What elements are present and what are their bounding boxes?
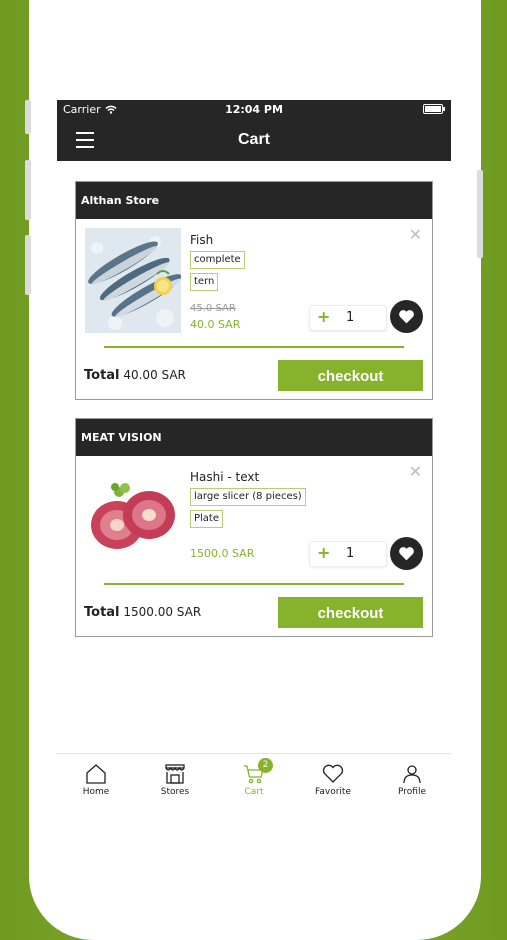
favorite-button[interactable] bbox=[390, 300, 423, 333]
total-label: Total bbox=[84, 368, 120, 383]
home-icon bbox=[86, 764, 106, 784]
heart-icon bbox=[399, 310, 414, 324]
checkout-button[interactable]: checkout bbox=[278, 597, 423, 628]
total-value: 40.00 SAR bbox=[123, 368, 186, 382]
cart-badge: 2 bbox=[258, 758, 273, 773]
heart-icon bbox=[322, 764, 344, 783]
plus-icon[interactable]: + bbox=[317, 543, 330, 562]
cart-item: ✕ Hashi - text large slicer (8 pieces) P… bbox=[76, 456, 432, 636]
divider bbox=[104, 346, 404, 348]
store-name: MEAT VISION bbox=[76, 419, 432, 456]
remove-item-icon[interactable]: ✕ bbox=[409, 464, 422, 480]
tab-favorite[interactable]: Favorite bbox=[303, 754, 363, 797]
total-value: 1500.00 SAR bbox=[123, 605, 202, 619]
checkout-button[interactable]: checkout bbox=[278, 360, 423, 391]
tab-home[interactable]: Home bbox=[66, 754, 126, 797]
tab-bar: Home Stores 2 Cart Favorite Profile bbox=[57, 753, 451, 806]
remove-item-icon[interactable]: ✕ bbox=[409, 227, 422, 243]
store-card: Althan Store ✕ Fish complete tern 45.0 S… bbox=[75, 181, 433, 400]
total-row: Total 40.00 SAR bbox=[84, 368, 186, 383]
tab-label: Cart bbox=[244, 787, 264, 797]
battery-icon bbox=[423, 104, 445, 114]
heart-icon bbox=[399, 547, 414, 561]
side-button bbox=[25, 100, 31, 134]
option-tag: tern bbox=[190, 273, 219, 291]
page-title: Cart bbox=[237, 131, 270, 148]
favorite-button[interactable] bbox=[390, 537, 423, 570]
store-name: Althan Store bbox=[76, 182, 432, 219]
side-button bbox=[477, 170, 483, 258]
tab-label: Favorite bbox=[315, 787, 351, 797]
tab-label: Home bbox=[82, 787, 110, 797]
tab-label: Profile bbox=[398, 787, 426, 797]
tab-profile[interactable]: Profile bbox=[382, 754, 442, 797]
meat-image bbox=[85, 465, 181, 570]
price: 40.0 SAR bbox=[190, 318, 241, 331]
side-button bbox=[25, 235, 31, 295]
status-bar: Carrier 12:04 PM bbox=[57, 100, 451, 120]
tab-stores[interactable]: Stores bbox=[145, 754, 205, 797]
quantity-stepper[interactable]: + 1 bbox=[309, 305, 387, 331]
app-screen: Carrier 12:04 PM Cart Althan Store ✕ Fis… bbox=[57, 100, 451, 880]
quantity-value: 1 bbox=[346, 546, 355, 561]
product-name: Fish bbox=[190, 233, 214, 247]
price: 1500.0 SAR bbox=[190, 547, 255, 560]
side-button bbox=[25, 160, 31, 220]
nav-bar: Cart bbox=[57, 120, 451, 161]
option-tag: Plate bbox=[190, 510, 224, 528]
store-icon bbox=[165, 764, 185, 784]
total-row: Total 1500.00 SAR bbox=[84, 605, 201, 620]
person-icon bbox=[403, 765, 421, 784]
quantity-stepper[interactable]: + 1 bbox=[309, 541, 387, 567]
option-tag: large slicer (8 pieces) bbox=[190, 488, 306, 506]
quantity-value: 1 bbox=[346, 310, 355, 325]
total-label: Total bbox=[84, 605, 120, 620]
store-card: MEAT VISION ✕ Hashi - text large slicer … bbox=[75, 418, 433, 637]
cart-item: ✕ Fish complete tern 45.0 SAR 40.0 SAR +… bbox=[76, 219, 432, 399]
tab-cart[interactable]: 2 Cart bbox=[224, 754, 284, 797]
fish-image bbox=[85, 228, 181, 333]
product-name: Hashi - text bbox=[190, 470, 260, 484]
status-time: 12:04 PM bbox=[225, 103, 283, 116]
tab-label: Stores bbox=[160, 787, 190, 797]
old-price: 45.0 SAR bbox=[190, 303, 236, 314]
plus-icon[interactable]: + bbox=[317, 307, 330, 326]
divider bbox=[104, 583, 404, 585]
option-tag: complete bbox=[190, 251, 245, 269]
